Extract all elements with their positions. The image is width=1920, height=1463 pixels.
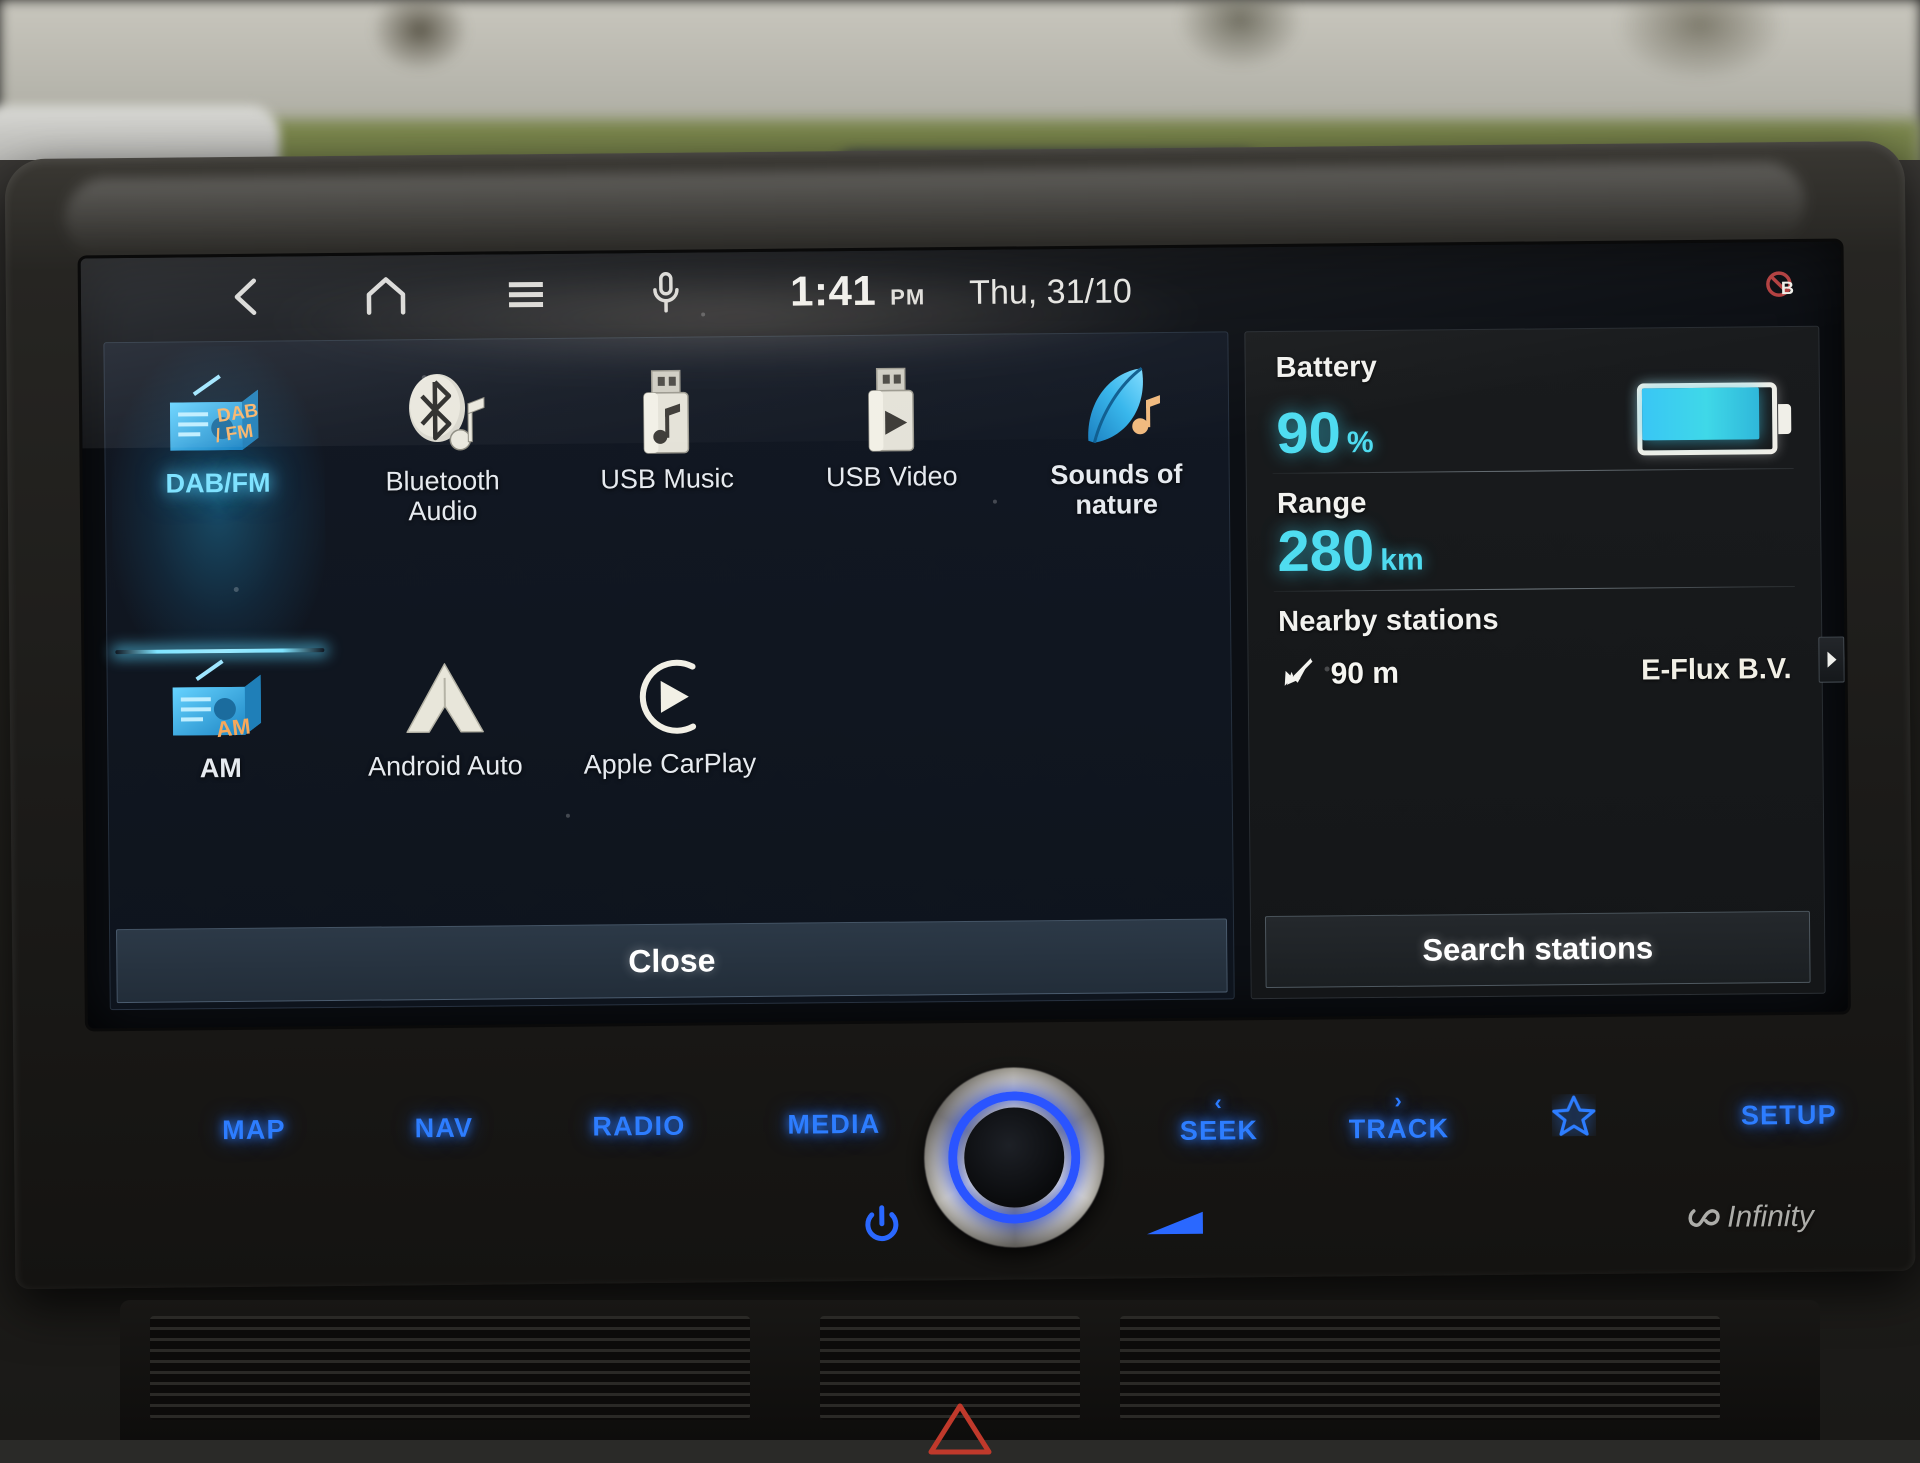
media-source-grid: DAB / FM DAB/FM	[104, 332, 1233, 929]
hardware-button-strip: MAP NAV RADIO MEDIA ‹	[88, 1041, 1850, 1273]
battery-unit: %	[1347, 426, 1374, 460]
home-icon[interactable]	[316, 260, 457, 331]
hw-button-label: MAP	[222, 1114, 286, 1145]
hw-button-label: MEDIA	[787, 1109, 880, 1140]
apple-carplay-icon	[623, 650, 716, 743]
sounds-of-nature-icon	[1067, 361, 1164, 454]
usb-video-icon	[851, 363, 932, 456]
hw-button-sub: ‹	[1154, 1091, 1284, 1114]
hw-button-label: SEEK	[1180, 1115, 1259, 1146]
hw-button-label: SETUP	[1741, 1100, 1837, 1131]
battery-number: 90	[1276, 404, 1341, 463]
menu-icon[interactable]	[456, 258, 597, 329]
power-icon[interactable]	[860, 1203, 904, 1247]
usb-music-icon	[626, 365, 707, 458]
station-name: E-Flux B.V.	[1641, 653, 1792, 687]
media-source-label: Bluetooth Audio	[385, 465, 500, 527]
media-source-label: Apple CarPlay	[584, 748, 757, 780]
battery-icon	[1637, 382, 1790, 455]
battery-label: Battery	[1276, 347, 1789, 385]
microphone-icon[interactable]	[596, 257, 737, 328]
hw-button-nav[interactable]: NAV	[379, 1112, 509, 1144]
nav-icon-group	[81, 257, 737, 333]
station-row[interactable]: 90 m E-Flux B.V.	[1278, 648, 1791, 696]
knob-center	[964, 1107, 1065, 1208]
volume-knob[interactable]	[923, 1067, 1105, 1249]
range-value: 280 km	[1277, 522, 1424, 581]
clock-time: 1:41	[790, 267, 877, 316]
screen-content: DAB / FM DAB/FM	[81, 322, 1848, 1029]
hw-button-map[interactable]: MAP	[189, 1114, 319, 1146]
search-stations-button[interactable]: Search stations	[1265, 911, 1811, 988]
volume-icon	[1145, 1208, 1207, 1244]
hw-button-radio[interactable]: RADIO	[564, 1110, 714, 1142]
media-source-label: USB Video	[826, 461, 958, 492]
range-unit: km	[1380, 544, 1424, 578]
hw-button-seek[interactable]: ‹ SEEK	[1154, 1091, 1285, 1147]
back-icon[interactable]	[176, 261, 317, 332]
battery-value: 90 %	[1276, 404, 1374, 463]
hw-button-favorite[interactable]	[1534, 1094, 1614, 1144]
media-source-usb-video[interactable]: USB Video	[778, 351, 1005, 638]
svg-text:AM: AM	[215, 713, 252, 742]
android-auto-icon	[396, 652, 493, 745]
range-label: Range	[1277, 483, 1790, 521]
media-source-row-1: DAB / FM DAB/FM	[105, 348, 1231, 644]
media-source-panel: DAB / FM DAB/FM	[103, 331, 1234, 1010]
media-source-dabfm[interactable]: DAB / FM DAB/FM	[105, 357, 332, 644]
media-source-label: AM	[200, 753, 242, 784]
hazard-light-button[interactable]	[925, 1400, 995, 1458]
svg-text:B: B	[1781, 278, 1794, 298]
media-source-label: DAB/FM	[165, 468, 270, 499]
direction-arrow-icon	[1278, 653, 1318, 696]
bluetooth-audio-icon	[392, 367, 493, 460]
star-icon	[1552, 1112, 1596, 1142]
clock-date: Thu, 31/10	[969, 272, 1132, 313]
clock-ampm: PM	[890, 284, 925, 310]
media-source-label: Android Auto	[368, 750, 523, 782]
radio-dabfm-icon: DAB / FM	[158, 370, 277, 463]
radio-am-icon: AM	[161, 655, 280, 748]
media-source-label: USB Music	[600, 463, 734, 495]
battery-block: Battery 90 %	[1245, 333, 1819, 473]
battery-cap	[1778, 404, 1791, 434]
media-source-am[interactable]: AM AM	[107, 642, 334, 929]
media-source-empty-1	[781, 636, 1008, 923]
media-source-row-2: AM AM Andro	[107, 633, 1233, 929]
nearby-stations-label: Nearby stations	[1278, 601, 1791, 639]
nearby-stations-block: Nearby stations 90 m E-Flux B.V.	[1248, 587, 1822, 706]
media-source-usb-music[interactable]: USB Music	[554, 353, 781, 640]
media-source-sounds-of-nature[interactable]: Sounds of nature	[1003, 348, 1230, 635]
station-distance: 90 m	[1330, 656, 1399, 691]
clock: 1:41 PM Thu, 31/10	[790, 264, 1132, 315]
media-source-android-auto[interactable]: Android Auto	[332, 640, 559, 927]
media-source-bluetooth-audio[interactable]: Bluetooth Audio	[329, 355, 556, 642]
hw-button-label: NAV	[414, 1113, 473, 1144]
brand-name: Infinity	[1727, 1200, 1814, 1235]
hw-button-media[interactable]: MEDIA	[754, 1108, 914, 1141]
hw-button-setup[interactable]: SETUP	[1709, 1099, 1869, 1132]
hw-button-label: TRACK	[1349, 1113, 1450, 1144]
hw-button-track[interactable]: › TRACK	[1324, 1089, 1475, 1145]
chevron-right-icon[interactable]	[1818, 637, 1844, 683]
media-source-empty-2	[1006, 633, 1233, 920]
head-unit-bezel: 1:41 PM Thu, 31/10 B	[5, 141, 1916, 1289]
vent-grille	[150, 1316, 750, 1420]
media-source-label: Sounds of nature	[1050, 459, 1183, 521]
range-number: 280	[1277, 522, 1374, 581]
infinity-brand-logo: Infinity	[1688, 1200, 1814, 1235]
infotainment-screen[interactable]: 1:41 PM Thu, 31/10 B	[81, 242, 1848, 1029]
hw-button-label: RADIO	[592, 1111, 685, 1142]
ev-info-panel: Battery 90 % R	[1244, 326, 1825, 999]
range-block: Range 280 km	[1247, 469, 1821, 591]
battery-fill	[1642, 387, 1759, 440]
vent-grille	[1120, 1316, 1720, 1420]
close-button[interactable]: Close	[116, 918, 1228, 1003]
hw-button-sub: ›	[1324, 1089, 1474, 1112]
media-source-apple-carplay[interactable]: Apple CarPlay	[556, 638, 783, 925]
mute-notification-badge: B	[1765, 270, 1799, 300]
